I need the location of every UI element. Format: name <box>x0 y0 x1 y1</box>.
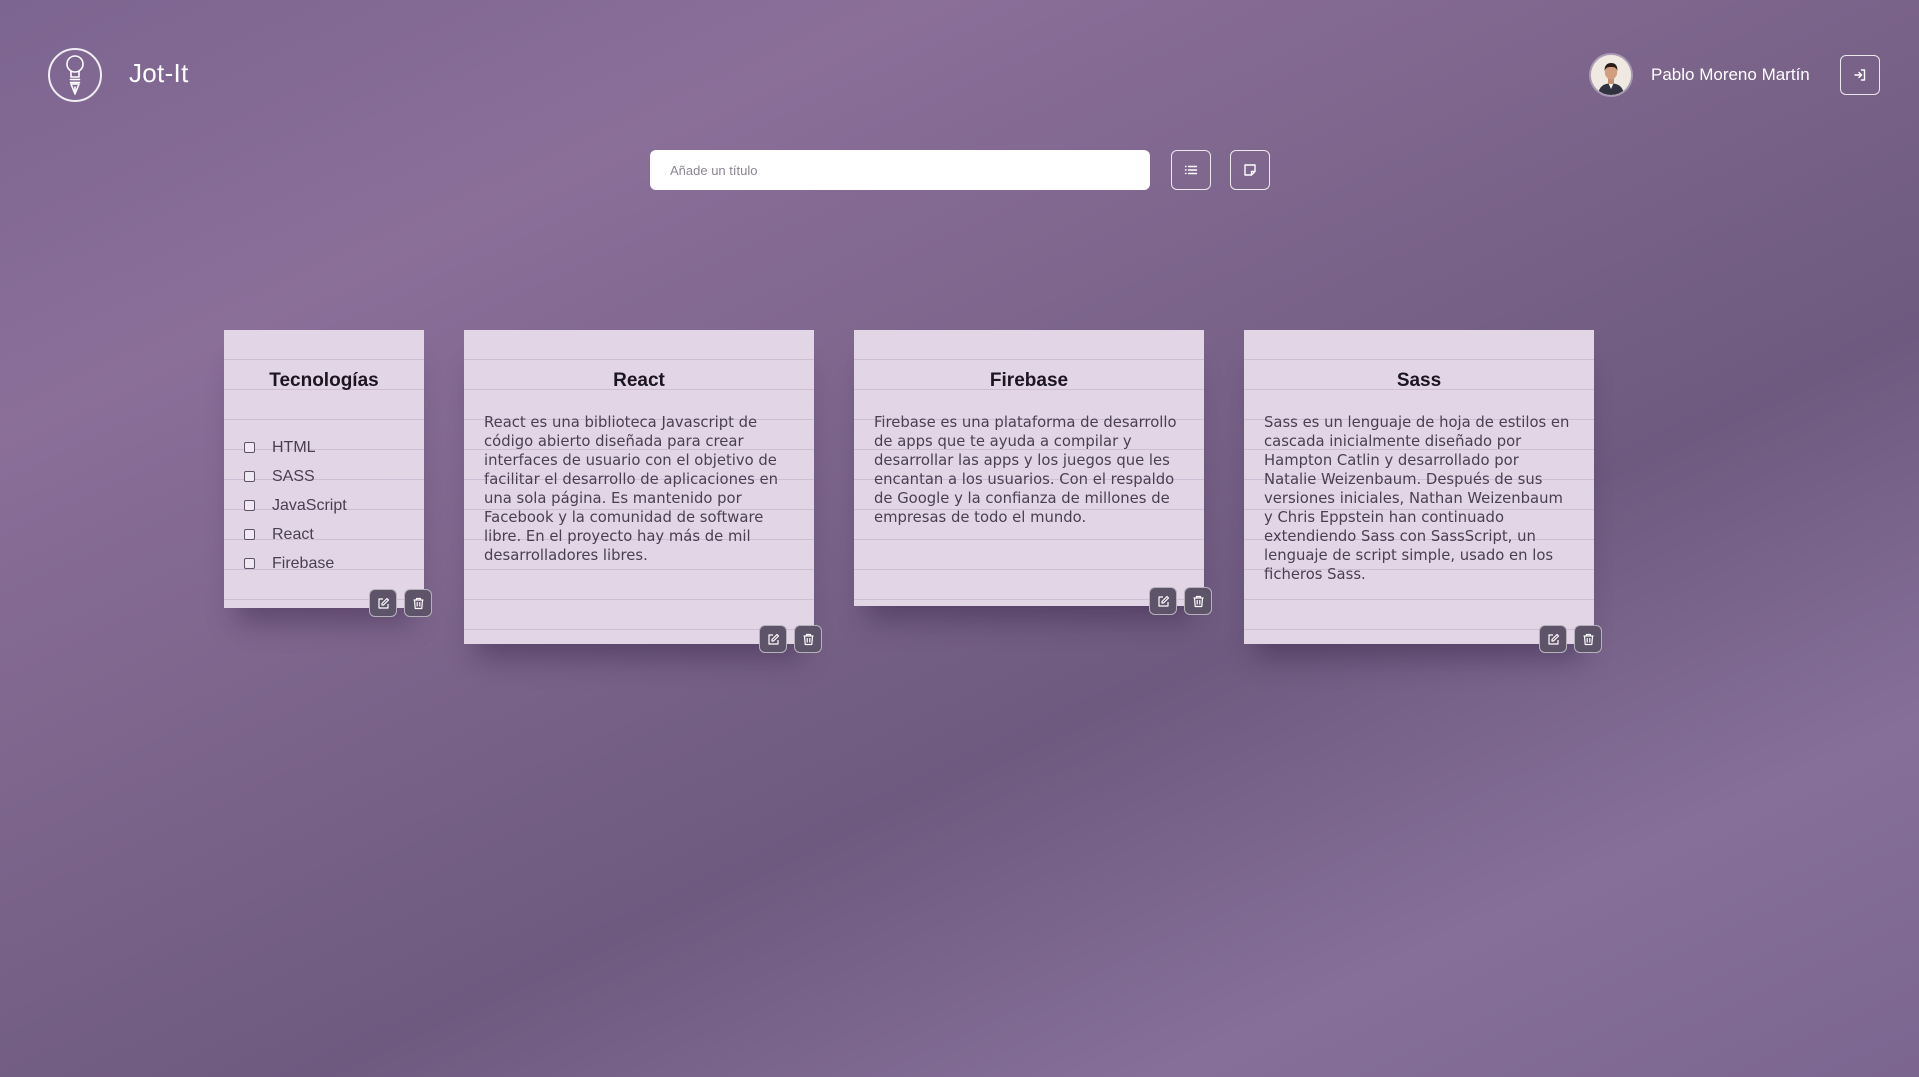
note-text: React es una biblioteca Javascript de có… <box>484 414 778 564</box>
checklist-item-label: React <box>272 525 314 543</box>
user-photo <box>1591 55 1631 95</box>
edit-icon <box>377 597 389 609</box>
checkbox[interactable] <box>244 442 255 453</box>
delete-note-button[interactable] <box>1574 625 1602 653</box>
note-card: Sass Sass es un lenguaje de hoja de esti… <box>1244 330 1602 653</box>
user-name: Pablo Moreno Martín <box>1651 65 1810 84</box>
note-card: React React es una biblioteca Javascript… <box>464 330 822 653</box>
note-text: Sass es un lenguaje de hoja de estilos e… <box>1264 414 1570 583</box>
checklist-item[interactable]: JavaScript <box>244 491 347 520</box>
note-title: React <box>613 370 665 391</box>
list-icon <box>1184 165 1198 175</box>
delete-note-button[interactable] <box>794 625 822 653</box>
checklist-item[interactable]: HTML <box>244 433 347 462</box>
edit-note-button[interactable] <box>369 589 397 617</box>
lightbulb-pen-icon <box>66 55 84 95</box>
checklist-item[interactable]: Firebase <box>244 549 347 578</box>
logout-button[interactable] <box>1840 55 1880 95</box>
note-title: Sass <box>1396 370 1442 391</box>
checkbox[interactable] <box>244 558 255 569</box>
trash-icon <box>1193 595 1203 607</box>
note-card: Firebase Firebase es una plataforma de d… <box>854 330 1212 615</box>
new-list-button[interactable] <box>1171 150 1211 190</box>
edit-note-button[interactable] <box>1539 625 1567 653</box>
note-title: Firebase <box>989 370 1069 391</box>
note-card: Tecnologías HTML SASS JavaScript React F… <box>224 330 432 617</box>
note-title: Tecnologías <box>269 370 379 391</box>
avatar[interactable] <box>1591 55 1631 95</box>
checklist: HTML SASS JavaScript React Firebase <box>244 433 347 578</box>
note-text: Firebase es una plataforma de desarrollo… <box>874 414 1177 526</box>
edit-icon <box>1547 633 1559 645</box>
delete-note-button[interactable] <box>1184 587 1212 615</box>
sticky-note-icon <box>1244 164 1256 176</box>
edit-icon <box>1157 595 1169 607</box>
checklist-item-label: SASS <box>272 467 315 485</box>
trash-icon <box>413 597 423 609</box>
new-note-button[interactable] <box>1230 150 1270 190</box>
checklist-item[interactable]: SASS <box>244 462 347 491</box>
trash-icon <box>1583 633 1593 645</box>
edit-note-button[interactable] <box>759 625 787 653</box>
checkbox[interactable] <box>244 529 255 540</box>
trash-icon <box>803 633 813 645</box>
edit-icon <box>767 633 779 645</box>
app-logo <box>48 48 102 102</box>
checkbox[interactable] <box>244 500 255 511</box>
delete-note-button[interactable] <box>404 589 432 617</box>
checklist-item-label: Firebase <box>272 554 335 572</box>
checklist-item[interactable]: React <box>244 520 347 549</box>
sign-in-arrow-icon <box>1854 69 1866 81</box>
checklist-item-label: HTML <box>272 438 316 456</box>
checklist-item-label: JavaScript <box>272 496 347 514</box>
title-input[interactable] <box>650 150 1150 190</box>
app-title: Jot-It <box>129 58 189 88</box>
edit-note-button[interactable] <box>1149 587 1177 615</box>
checkbox[interactable] <box>244 471 255 482</box>
